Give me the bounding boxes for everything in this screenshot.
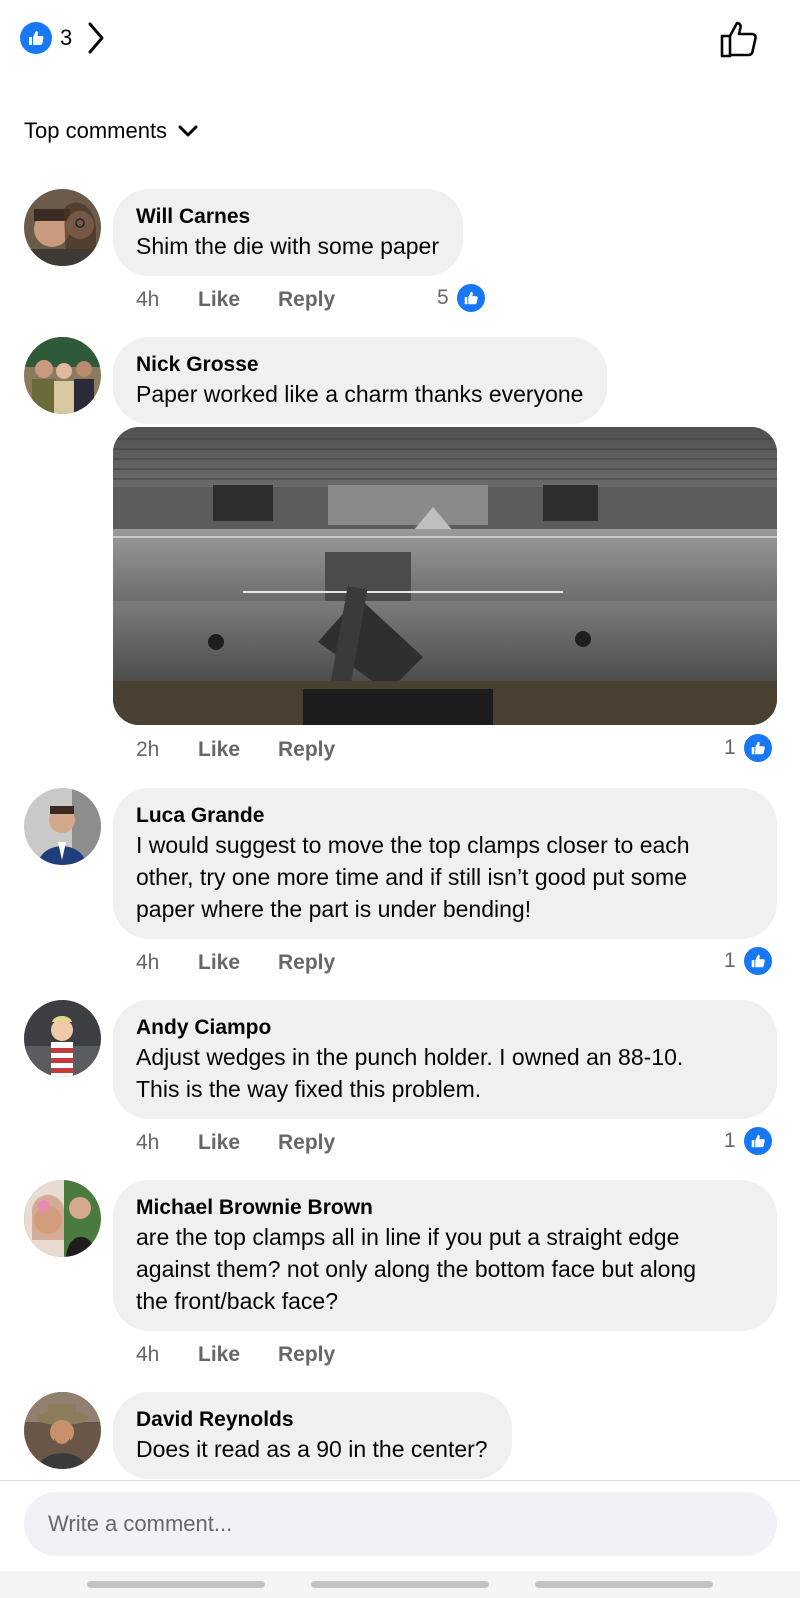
- comment-time[interactable]: 4h: [136, 1343, 159, 1367]
- nav-handle[interactable]: [87, 1581, 265, 1588]
- avatar[interactable]: [24, 788, 101, 865]
- avatar[interactable]: [24, 337, 101, 414]
- nav-handle[interactable]: [535, 1581, 713, 1588]
- chevron-right-icon[interactable]: [86, 20, 106, 61]
- reactions-header: 3: [0, 0, 800, 80]
- comment-time[interactable]: 4h: [136, 288, 159, 312]
- like-reaction-icon: [741, 1125, 774, 1157]
- comment-text-line: against them? not only along the bottom …: [136, 1256, 697, 1282]
- comment-reactions[interactable]: 1: [724, 945, 774, 977]
- reaction-count: 1: [724, 1129, 736, 1152]
- thumbs-up-outline-icon[interactable]: [718, 18, 760, 65]
- reaction-count: 1: [724, 949, 736, 972]
- avatar[interactable]: [24, 1392, 101, 1469]
- like-reaction-icon: [741, 732, 774, 764]
- system-nav-bar: [0, 1571, 800, 1598]
- comment-photo[interactable]: [113, 427, 777, 725]
- comment-text-line: the front/back face?: [136, 1288, 339, 1314]
- comment-bubble: Will Carnes Shim the die with some paper: [113, 189, 463, 276]
- reply-button[interactable]: Reply: [278, 1131, 335, 1155]
- comment-text-line: Adjust wedges in the punch holder. I own…: [136, 1044, 684, 1070]
- sort-selector[interactable]: Top comments: [24, 118, 199, 144]
- comment-text: Paper worked like a charm thanks everyon…: [136, 381, 584, 407]
- comment-time[interactable]: 4h: [136, 1131, 159, 1155]
- comment-bubble: Michael Brownie Brown are the top clamps…: [113, 1180, 777, 1331]
- like-button[interactable]: Like: [198, 1343, 240, 1367]
- comment-bubble: David Reynolds Does it read as a 90 in t…: [113, 1392, 512, 1479]
- comment-author[interactable]: Will Carnes: [136, 203, 439, 230]
- reaction-count: 1: [724, 736, 736, 759]
- reply-button[interactable]: Reply: [278, 951, 335, 975]
- like-reaction-icon[interactable]: [20, 22, 52, 54]
- comment-author[interactable]: Michael Brownie Brown: [136, 1194, 753, 1221]
- reply-button[interactable]: Reply: [278, 288, 335, 312]
- avatar[interactable]: [24, 1000, 101, 1077]
- comment-reactions[interactable]: 5: [437, 282, 487, 314]
- comment-time[interactable]: 4h: [136, 951, 159, 975]
- like-button[interactable]: Like: [198, 951, 240, 975]
- comment-composer: [0, 1481, 800, 1571]
- comment-text-line: This is the way fixed this problem.: [136, 1076, 482, 1102]
- avatar[interactable]: [24, 1180, 101, 1257]
- comment-input[interactable]: [24, 1492, 777, 1556]
- avatar[interactable]: [24, 189, 101, 266]
- reaction-count[interactable]: 3: [60, 25, 72, 51]
- comment-reactions[interactable]: 1: [724, 732, 774, 764]
- like-reaction-icon: [454, 282, 487, 314]
- comment-text-line: other, try one more time and if still is…: [136, 864, 687, 890]
- comment-text: Shim the die with some paper: [136, 233, 439, 259]
- like-button[interactable]: Like: [198, 288, 240, 312]
- comment-text-line: are the top clamps all in line if you pu…: [136, 1224, 680, 1250]
- sort-label: Top comments: [24, 118, 168, 143]
- comment-author[interactable]: Luca Grande: [136, 802, 753, 829]
- like-button[interactable]: Like: [198, 738, 240, 762]
- comment-reactions[interactable]: 1: [724, 1125, 774, 1157]
- comment-bubble: Luca Grande I would suggest to move the …: [113, 788, 777, 939]
- chevron-down-icon: [178, 125, 198, 137]
- reply-button[interactable]: Reply: [278, 738, 335, 762]
- nav-handle[interactable]: [311, 1581, 489, 1588]
- comment-author[interactable]: Andy Ciampo: [136, 1014, 753, 1041]
- comment-text-line: I would suggest to move the top clamps c…: [136, 832, 690, 858]
- comment-bubble: Andy Ciampo Adjust wedges in the punch h…: [113, 1000, 777, 1119]
- comment-author[interactable]: David Reynolds: [136, 1406, 488, 1433]
- comment-author[interactable]: Nick Grosse: [136, 351, 583, 378]
- like-button[interactable]: Like: [198, 1131, 240, 1155]
- comment-text: Does it read as a 90 in the center?: [136, 1436, 488, 1462]
- reply-button[interactable]: Reply: [278, 1343, 335, 1367]
- comment-bubble: Nick Grosse Paper worked like a charm th…: [113, 337, 608, 424]
- reaction-count: 5: [437, 286, 449, 309]
- comment-text-line: paper where the part is under bending!: [136, 896, 532, 922]
- like-reaction-icon: [741, 945, 774, 977]
- comment-time[interactable]: 2h: [136, 738, 159, 762]
